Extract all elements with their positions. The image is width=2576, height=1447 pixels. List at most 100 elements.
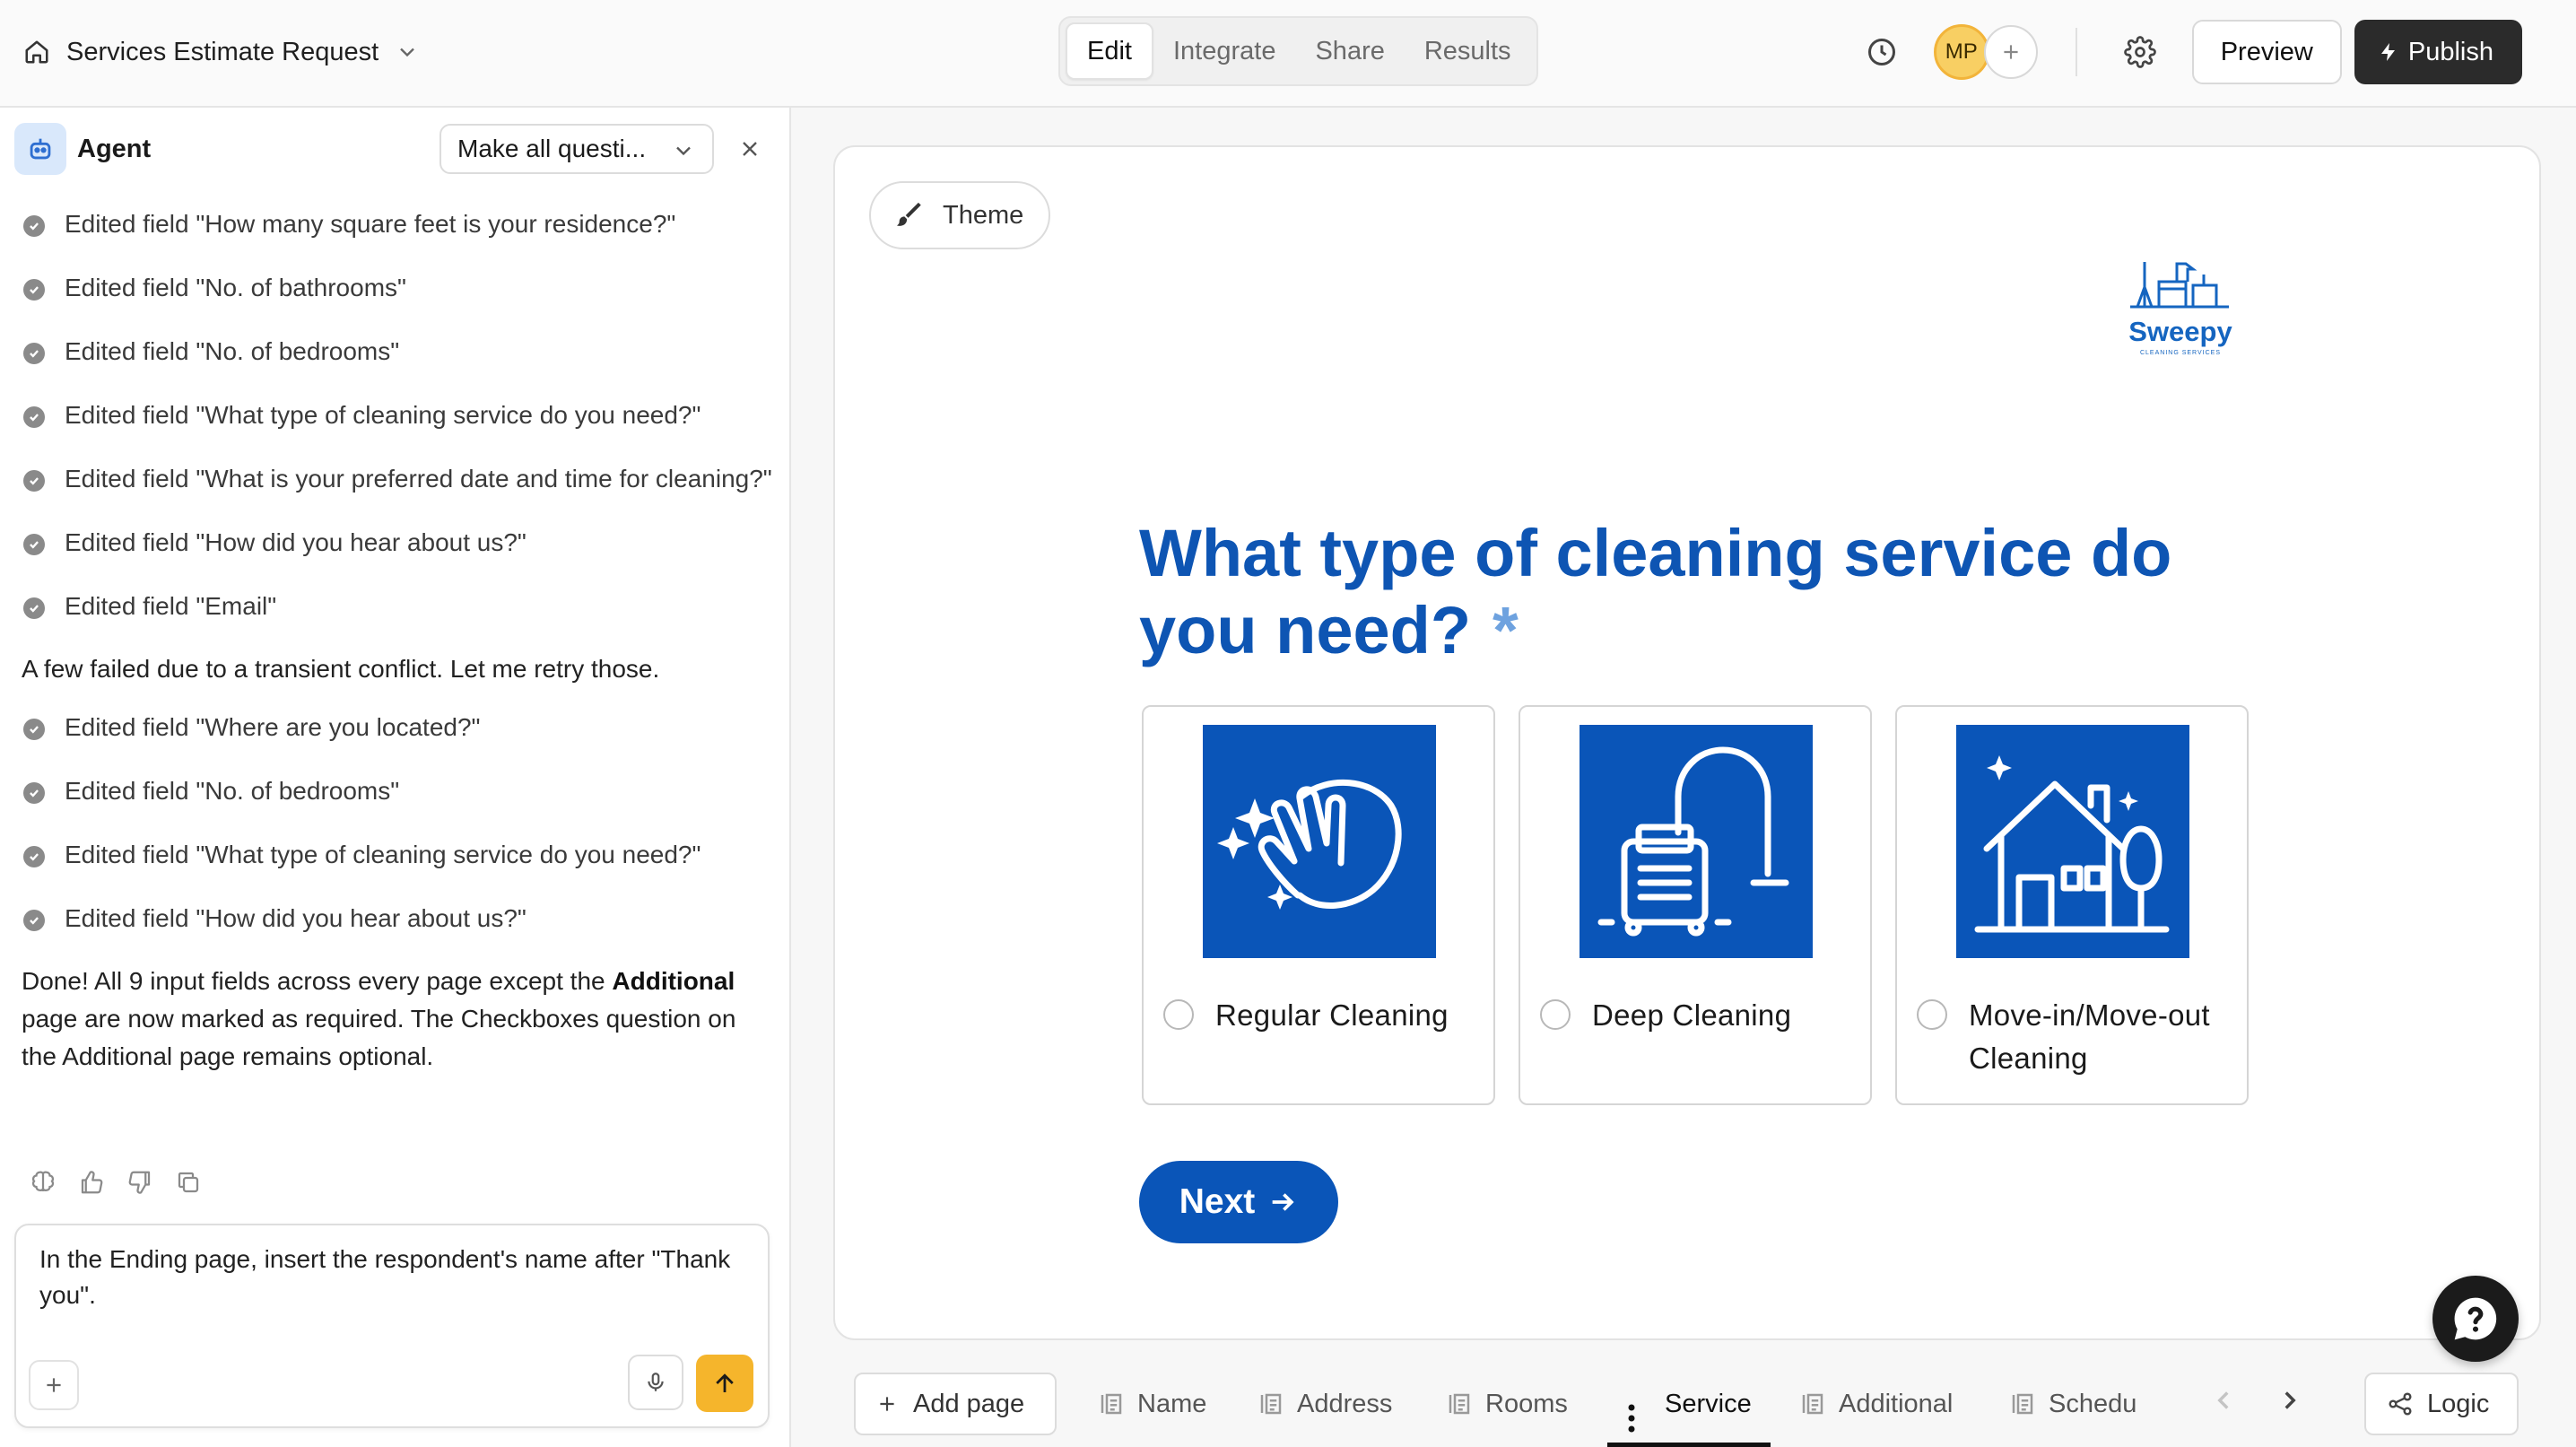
history-button[interactable] [1855, 25, 1909, 79]
house-icon [1956, 725, 2189, 958]
page-tab-service[interactable]: Service [1665, 1373, 1752, 1435]
arrow-up-icon [716, 1373, 734, 1392]
plus-icon [880, 1397, 894, 1411]
composer-input[interactable]: In the Ending page, insert the responden… [39, 1242, 739, 1313]
microphone-icon [648, 1373, 664, 1391]
list-item: Edited field "What is your preferred dat… [23, 465, 777, 497]
check-circle-icon [23, 279, 45, 301]
choice-move-in-move-out-cleaning[interactable]: Move-in/Move-out Cleaning [1895, 705, 2249, 1105]
help-chat-icon [2454, 1297, 2497, 1340]
home-icon[interactable] [23, 39, 50, 65]
page-tab-name[interactable]: Name [1098, 1373, 1206, 1435]
chevron-right-icon[interactable] [2275, 1385, 2305, 1416]
check-circle-icon [23, 597, 45, 619]
add-collaborator-button[interactable] [1983, 25, 2038, 79]
close-agent-button[interactable] [732, 131, 768, 167]
next-label: Next [1179, 1182, 1256, 1221]
help-button[interactable] [2432, 1276, 2519, 1362]
theme-label: Theme [943, 200, 1024, 230]
agent-panel: Agent Make all questi... Edited field "H… [0, 108, 791, 1447]
mode-tabs: Edit Integrate Share Results [1058, 16, 1538, 86]
agent-header: Agent Make all questi... [0, 108, 789, 190]
question-title: What type of cleaning service do you nee… [1139, 515, 2287, 669]
more-vertical-icon[interactable] [1627, 1403, 1636, 1434]
choice-deep-cleaning[interactable]: Deep Cleaning [1519, 705, 1872, 1105]
check-circle-icon [23, 534, 45, 555]
plus-icon [47, 1378, 61, 1392]
publish-button[interactable]: Publish [2354, 20, 2522, 84]
attach-button[interactable] [29, 1360, 79, 1410]
logic-button[interactable]: Logic [2364, 1373, 2519, 1435]
chevron-down-icon[interactable] [395, 39, 420, 65]
preview-button[interactable]: Preview [2191, 20, 2342, 84]
agent-composer[interactable]: In the Ending page, insert the responden… [14, 1224, 770, 1428]
form-title-area[interactable]: Services Estimate Request [23, 0, 420, 104]
tab-integrate[interactable]: Integrate [1153, 22, 1295, 80]
agent-messages: Edited field "How many square feet is yo… [22, 210, 777, 1103]
form-title[interactable]: Services Estimate Request [66, 38, 379, 67]
page-tab-rooms[interactable]: Rooms [1446, 1373, 1568, 1435]
check-circle-icon [23, 470, 45, 492]
retry-note: A few failed due to a transient conflict… [22, 655, 660, 683]
choice-radio[interactable] [1163, 999, 1194, 1030]
divider [2075, 28, 2077, 76]
list-item: Edited field "How did you hear about us?… [23, 528, 777, 561]
next-button[interactable]: Next [1139, 1161, 1338, 1243]
thumbs-down-icon[interactable] [126, 1168, 154, 1197]
agent-mode-select[interactable]: Make all questi... [439, 124, 714, 174]
chevron-left-icon[interactable] [2208, 1385, 2239, 1416]
question-text: What type of cleaning service do you nee… [1139, 516, 2172, 667]
check-circle-icon [23, 846, 45, 867]
list-item: Edited field "Email" [23, 592, 777, 624]
page-icon [2012, 1393, 2033, 1415]
page-tab-address[interactable]: Address [1258, 1373, 1392, 1435]
list-item: Edited field "What type of cleaning serv… [23, 401, 777, 433]
chevron-down-icon [676, 146, 691, 156]
choice-radio[interactable] [1540, 999, 1571, 1030]
message-feedback [29, 1168, 203, 1197]
copy-icon[interactable] [174, 1168, 203, 1197]
add-page-button[interactable]: Add page [854, 1373, 1057, 1435]
publish-label: Publish [2407, 37, 2493, 66]
check-circle-icon [23, 406, 45, 428]
settings-button[interactable] [2113, 25, 2167, 79]
microphone-button[interactable] [628, 1355, 683, 1410]
share-nodes-icon [2389, 1392, 2412, 1416]
lightning-icon [2380, 43, 2395, 61]
check-circle-icon [23, 782, 45, 804]
page-icon [1101, 1393, 1122, 1415]
tab-results[interactable]: Results [1405, 22, 1531, 80]
check-circle-icon [23, 343, 45, 364]
choice-label: Move-in/Move-out Cleaning [1969, 998, 2210, 1075]
vacuum-icon [1580, 725, 1813, 958]
avatar[interactable]: MP [1933, 24, 1989, 80]
list-item: Edited field "No. of bedrooms" [23, 337, 777, 370]
choice-regular-cleaning[interactable]: Regular Cleaning [1142, 705, 1495, 1105]
list-item: Edited field "How did you hear about us?… [23, 904, 777, 937]
check-circle-icon [23, 215, 45, 237]
thumbs-up-icon[interactable] [77, 1168, 106, 1197]
tab-edit[interactable]: Edit [1066, 22, 1153, 80]
tab-share[interactable]: Share [1295, 22, 1404, 80]
page-tab-additional[interactable]: Additional [1799, 1373, 1953, 1435]
brand-logo: Sweepy CLEANING SERVICES [2118, 244, 2243, 361]
brain-icon[interactable] [29, 1168, 57, 1197]
theme-button[interactable]: Theme [869, 181, 1050, 249]
send-button[interactable] [696, 1355, 753, 1412]
logo-tagline: CLEANING SERVICES [2139, 350, 2221, 356]
choice-label: Regular Cleaning [1215, 998, 1449, 1032]
add-page-label: Add page [913, 1389, 1025, 1418]
active-page-indicator [1607, 1443, 1771, 1447]
agent-summary: Done! All 9 input fields across every pa… [22, 967, 736, 1070]
list-item: Edited field "No. of bathrooms" [23, 274, 777, 306]
paintbrush-icon [896, 202, 921, 226]
page-icon [1449, 1393, 1470, 1415]
page-scroll-arrows [2208, 1385, 2305, 1416]
gear-icon [2123, 36, 2156, 68]
choice-radio[interactable] [1917, 999, 1947, 1030]
list-item: Edited field "No. of bedrooms" [23, 777, 777, 809]
required-mark: * [1493, 593, 1519, 667]
list-item: Edited field "How many square feet is yo… [23, 210, 777, 242]
choice-label: Deep Cleaning [1592, 998, 1792, 1032]
page-tab-schedule[interactable]: Schedu [2009, 1373, 2137, 1435]
